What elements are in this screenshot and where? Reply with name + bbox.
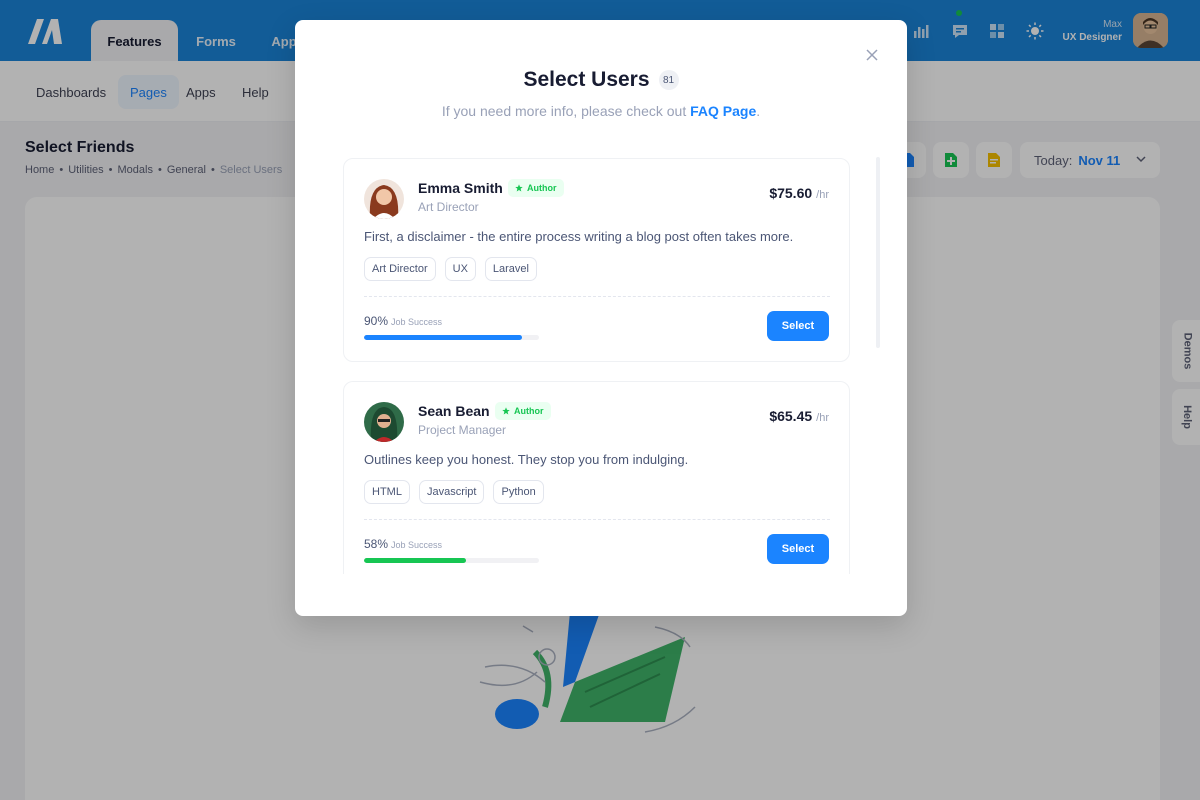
star-icon <box>515 184 523 192</box>
modal-subtitle-end: . <box>756 103 761 119</box>
user-description: First, a disclaimer - the entire process… <box>364 229 794 244</box>
skill-tag: Python <box>493 480 544 504</box>
modal-title: Select Users <box>523 68 650 91</box>
modal-subtitle: If you need more info, please check out … <box>295 103 907 119</box>
modal-scrollbar[interactable] <box>876 157 880 348</box>
user-name[interactable]: Sean Bean <box>418 403 490 419</box>
job-success-caption: Job Success <box>391 540 443 550</box>
hourly-rate: $75.60/hr <box>769 185 829 201</box>
select-users-modal: Select Users 81 If you need more info, p… <box>295 20 907 616</box>
rate-value: $65.45 <box>769 408 813 424</box>
user-role: Art Director <box>418 200 479 214</box>
user-avatar-icon <box>364 402 404 442</box>
user-description: Outlines keep you honest. They stop you … <box>364 452 689 467</box>
users-list[interactable]: Emma Smith Author Art Director $75.60/hr… <box>343 158 851 574</box>
divider <box>364 519 830 520</box>
skill-tag: Art Director <box>364 257 436 281</box>
divider <box>364 296 830 297</box>
skill-tag: UX <box>444 257 476 281</box>
progress-fill <box>364 335 522 340</box>
select-button[interactable]: Select <box>767 534 829 564</box>
rate-unit: /hr <box>816 412 829 424</box>
rate-unit: /hr <box>816 189 829 201</box>
skill-tags: Art Director UX Laravel <box>364 257 537 281</box>
avatar <box>364 402 404 442</box>
job-success-label: 90% Job Success <box>364 314 442 328</box>
skill-tag: HTML <box>364 480 410 504</box>
author-badge-label: Author <box>527 183 557 193</box>
avatar <box>364 179 404 219</box>
user-role: Project Manager <box>418 423 507 437</box>
job-success-progress <box>364 335 539 340</box>
user-avatar-icon <box>364 179 404 219</box>
faq-link[interactable]: FAQ Page <box>690 103 756 119</box>
user-card: Emma Smith Author Art Director $75.60/hr… <box>343 158 850 362</box>
rate-value: $75.60 <box>769 185 813 201</box>
user-card: Sean Bean Author Project Manager $65.45/… <box>343 381 850 574</box>
job-success-progress <box>364 558 539 563</box>
star-icon <box>502 407 510 415</box>
job-success-label: 58% Job Success <box>364 537 442 551</box>
select-button[interactable]: Select <box>767 311 829 341</box>
user-count-badge: 81 <box>658 70 679 90</box>
progress-fill <box>364 558 466 563</box>
job-success-value: 58% <box>364 537 389 551</box>
modal-subtitle-text: If you need more info, please check out <box>441 103 687 119</box>
skill-tag: Laravel <box>484 257 537 281</box>
user-name[interactable]: Emma Smith <box>418 180 503 196</box>
modal-header: Select Users 81 <box>295 68 907 92</box>
close-icon[interactable] <box>865 48 879 62</box>
author-badge: Author <box>495 402 551 420</box>
hourly-rate: $65.45/hr <box>769 408 829 424</box>
job-success-value: 90% <box>364 314 389 328</box>
author-badge: Author <box>508 179 564 197</box>
author-badge-label: Author <box>514 406 544 416</box>
skill-tags: HTML Javascript Python <box>364 480 544 504</box>
skill-tag: Javascript <box>418 480 485 504</box>
job-success-caption: Job Success <box>391 317 443 327</box>
